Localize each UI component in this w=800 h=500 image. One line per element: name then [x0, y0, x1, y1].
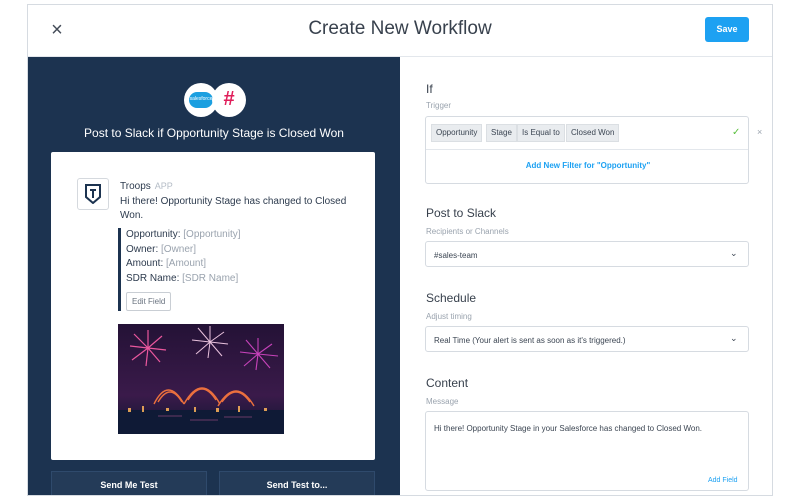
page-title: Create New Workflow — [308, 18, 492, 39]
modal-header: × Create New Workflow Save — [28, 5, 772, 57]
message-textarea[interactable]: Hi there! Opportunity Stage in your Sale… — [425, 411, 749, 491]
field-row: Opportunity: [Opportunity] — [126, 229, 241, 240]
trigger-label: Trigger — [426, 101, 452, 110]
troops-shield-icon — [85, 184, 101, 204]
save-button[interactable]: Save — [705, 17, 749, 42]
content-title: Content — [426, 376, 469, 390]
fireworks-image — [118, 324, 284, 434]
remove-filter-icon[interactable]: × — [757, 127, 762, 137]
slack-logo: # — [212, 83, 246, 117]
timing-value: Real Time (Your alert is sent as soon as… — [434, 336, 626, 345]
workflow-form: If Trigger Opportunity Stage Is Equal to… — [400, 57, 772, 495]
divider — [426, 149, 748, 150]
message-value: Hi there! Opportunity Stage in your Sale… — [434, 424, 703, 433]
filter-chip-operator[interactable]: Is Equal to — [517, 124, 565, 142]
bot-name: Troops APP — [120, 181, 173, 192]
if-section-title: If — [426, 82, 433, 96]
message-preview-card: Troops APP Hi there! Opportunity Stage ha… — [51, 152, 375, 460]
schedule-title: Schedule — [426, 291, 477, 305]
chevron-down-icon: ⌄ — [730, 248, 738, 258]
message-label: Message — [426, 397, 459, 406]
timing-select[interactable]: Real Time (Your alert is sent as soon as… — [425, 326, 749, 352]
field-row: Amount: [Amount] — [126, 258, 207, 269]
chevron-down-icon: ⌄ — [730, 333, 738, 343]
preview-panel: salesforce # Post to Slack if Opportunit… — [28, 57, 400, 495]
edit-field-button[interactable]: Edit Field — [126, 292, 172, 311]
field-row: SDR Name: [SDR Name] — [126, 272, 239, 284]
slack-icon: # — [223, 88, 235, 110]
recipients-select[interactable]: #sales-team ⌄ — [425, 241, 749, 267]
preview-heading: Post to Slack if Opportunity Stage is Cl… — [84, 126, 344, 140]
add-field-link[interactable]: Add Field — [708, 477, 738, 484]
message-fields: Opportunity: [Opportunity] Owner: [Owner… — [118, 228, 241, 311]
recipients-label: Recipients or Channels — [426, 227, 509, 236]
app-badge: APP — [154, 181, 173, 191]
filter-chip-value[interactable]: Closed Won — [566, 124, 620, 142]
recipients-value: #sales-team — [434, 251, 478, 260]
workflow-modal: × Create New Workflow Save salesforce # … — [27, 4, 773, 496]
trigger-filter-box: Opportunity Stage Is Equal to Closed Won… — [425, 116, 749, 184]
filter-chip-object[interactable]: Opportunity — [431, 124, 483, 142]
message-text: Hi there! Opportunity Stage has changed … — [120, 196, 347, 221]
add-filter-link[interactable]: Add New Filter for "Opportunity" — [426, 161, 750, 170]
salesforce-cloud-icon: salesforce — [189, 92, 213, 108]
post-to-slack-title: Post to Slack — [426, 206, 497, 220]
field-row: Owner: [Owner] — [126, 243, 197, 255]
send-me-test-button[interactable]: Send Me Test — [51, 471, 207, 495]
send-test-to-button[interactable]: Send Test to... — [219, 471, 375, 495]
troops-avatar — [77, 178, 109, 210]
check-icon: ✓ — [732, 127, 741, 138]
filter-chip-field[interactable]: Stage — [486, 124, 517, 142]
timing-label: Adjust timing — [426, 312, 472, 321]
